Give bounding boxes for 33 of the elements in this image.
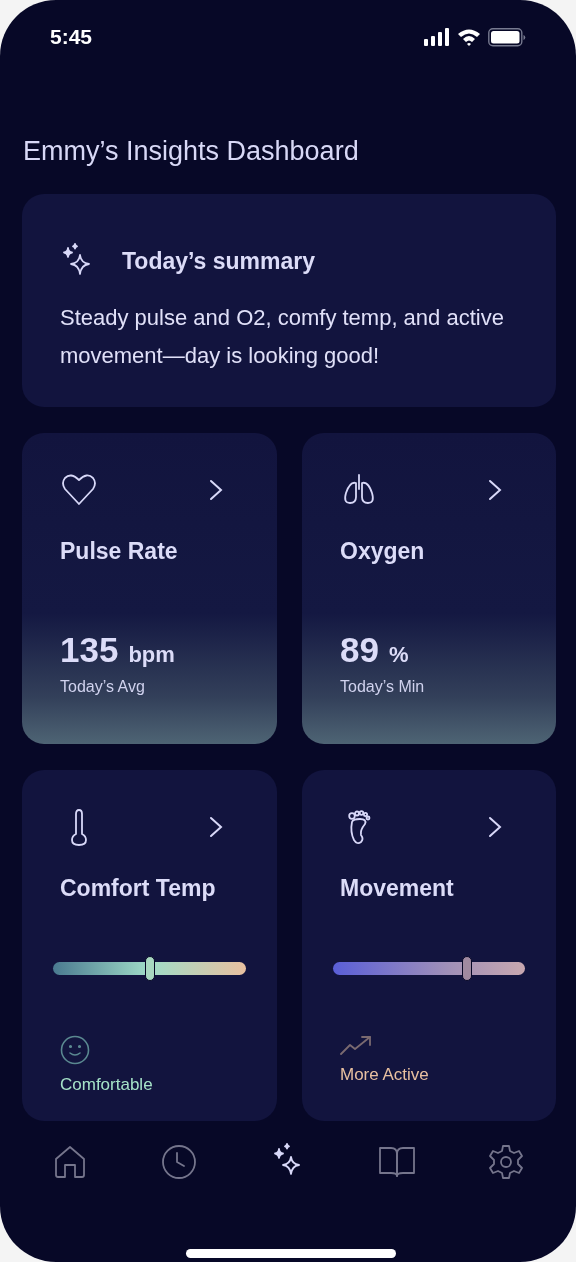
metric-unit: bpm — [128, 642, 175, 668]
slider-card[interactable]: Comfort Temp Comfortable — [22, 770, 277, 1121]
signal-icon — [424, 28, 450, 46]
metric-caption: Today’s Min — [340, 678, 426, 696]
metric-title: Comfort Temp — [60, 874, 217, 903]
metric-status: More Active — [340, 1065, 430, 1085]
wifi-icon — [457, 28, 481, 46]
metric-value: 135 — [60, 630, 119, 670]
chevron-right-icon[interactable] — [209, 479, 223, 501]
battery-icon — [488, 27, 526, 47]
metric-unit: % — [388, 642, 409, 668]
metric-status: Comfortable — [60, 1075, 154, 1095]
metric-card[interactable]: Oxygen 89 % Today’s Min — [302, 433, 556, 744]
slider-thumb[interactable] — [144, 956, 155, 981]
slider-card[interactable]: Movement More Active — [302, 770, 556, 1121]
metric-value: 89 — [340, 630, 379, 670]
settings-icon[interactable] — [486, 1143, 525, 1181]
metric-title: Movement — [340, 874, 455, 903]
clock-icon[interactable] — [160, 1143, 199, 1181]
smiley-icon — [60, 1035, 90, 1065]
chevron-right-icon[interactable] — [209, 816, 223, 838]
page-title: Emmy’s Insights Dashboard — [23, 135, 360, 168]
metric-title: Pulse Rate — [60, 537, 179, 566]
metric-card[interactable]: Pulse Rate 135 bpm Today’s Avg — [22, 433, 277, 744]
metric-caption: Today’s Avg — [60, 678, 146, 696]
chevron-right-icon[interactable] — [488, 479, 502, 501]
summary-text: Steady pulse and O2, comfy temp, and active movement—day is looking good! — [60, 304, 505, 370]
chevron-right-icon[interactable] — [488, 816, 502, 838]
slider-thumb[interactable] — [462, 956, 473, 981]
status-time: 5:45 — [50, 25, 93, 49]
summary-title: Today’s summary — [122, 247, 316, 275]
trend-up-icon — [340, 1035, 372, 1055]
metric-title: Oxygen — [340, 537, 426, 566]
